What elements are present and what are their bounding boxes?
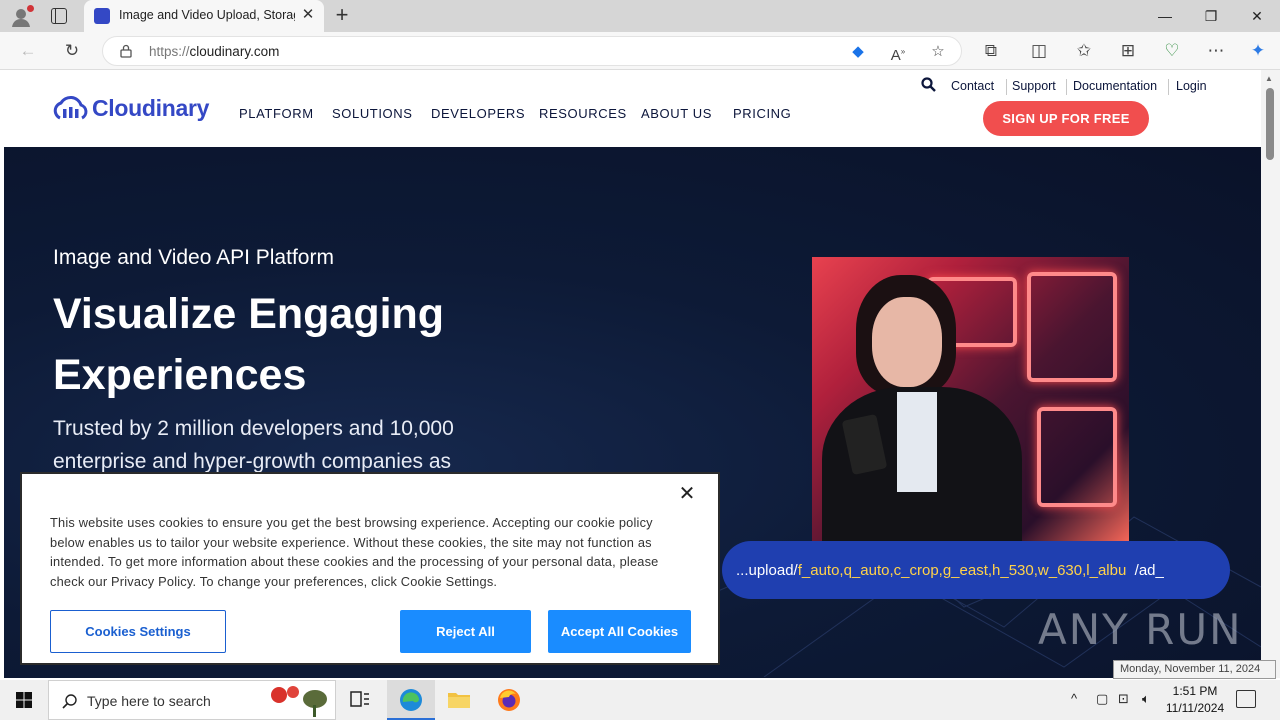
reject-all-button[interactable]: Reject All	[400, 610, 531, 653]
volume-icon[interactable]: 🔈︎	[1142, 691, 1150, 707]
nav-resources[interactable]: RESOURCES	[539, 106, 627, 121]
neon-sign	[1037, 407, 1117, 507]
nav-pricing[interactable]: PRICING	[733, 106, 791, 121]
cookie-text: This website uses cookies to ensure you …	[50, 515, 659, 590]
hero-image	[812, 257, 1129, 547]
device-icon[interactable]: ▢	[1096, 691, 1108, 707]
person-shirt	[897, 392, 937, 492]
refresh-icon[interactable]: ↻	[58, 38, 86, 64]
browser-essentials-icon[interactable]: ♡	[1158, 38, 1186, 64]
firefox-icon[interactable]	[485, 680, 533, 720]
cookie-close-icon[interactable]: ✕	[678, 484, 696, 504]
browser-tab-strip: Image and Video Upload, Storage, Optimiz…	[0, 0, 1280, 32]
browser-toolbar: ← ↻ https://cloudinary.com ◆ A» ☆ ⧉ ◫ ✩ …	[0, 32, 1280, 70]
browser-tab[interactable]: Image and Video Upload, Storage, Optimiz…	[84, 0, 324, 32]
task-view-icon[interactable]	[336, 680, 384, 720]
cookie-consent-banner: ✕ This website uses cookies to ensure yo…	[20, 472, 720, 665]
person-face	[872, 297, 942, 387]
tab-actions-icon[interactable]	[51, 8, 67, 24]
url-text: https://cloudinary.com	[149, 44, 280, 59]
clock-time: 1:51 PM	[1172, 684, 1218, 698]
copilot-icon[interactable]: ✦	[1244, 38, 1272, 64]
profile-icon[interactable]	[10, 5, 34, 28]
new-tab-icon[interactable]: +	[330, 3, 354, 27]
divider	[1006, 79, 1007, 95]
restore-icon[interactable]: ❐	[1188, 0, 1234, 32]
search-icon[interactable]	[921, 77, 936, 92]
nav-solutions[interactable]: SOLUTIONS	[332, 106, 413, 121]
hero-title: Visualize Engaging Experiences	[53, 290, 445, 399]
nav-platform[interactable]: PLATFORM	[239, 106, 314, 121]
nav-about-us[interactable]: ABOUT US	[641, 106, 712, 121]
search-placeholder: Type here to search	[87, 693, 211, 709]
cookies-settings-button[interactable]: Cookies Settings	[50, 610, 226, 653]
scroll-thumb[interactable]	[1266, 88, 1274, 160]
logo-text: Cloudinary	[92, 95, 210, 121]
site-header: Cloudinary PLATFORM SOLUTIONS DEVELOPERS…	[4, 70, 1261, 147]
favorite-star-icon[interactable]: ☆	[927, 41, 949, 63]
support-link[interactable]: Support	[1012, 79, 1056, 93]
nav-developers[interactable]: DEVELOPERS	[431, 106, 525, 121]
signup-button[interactable]: SIGN UP FOR FREE	[983, 101, 1149, 136]
transformation-url: ...upload/f_auto,q_auto,c_crop,g_east,h_…	[736, 562, 1164, 579]
hero-eyebrow: Image and Video API Platform	[53, 246, 334, 269]
cloud-logo-icon	[53, 96, 88, 120]
login-link[interactable]: Login	[1176, 79, 1207, 93]
poppy-flowers-icon	[271, 686, 327, 717]
network-icon[interactable]: ⊡	[1118, 691, 1129, 707]
clock-date: 11/11/2024	[1165, 701, 1225, 715]
more-menu-icon[interactable]: ⋯	[1202, 38, 1230, 64]
cloudinary-favicon-icon	[94, 8, 110, 24]
tab-title: Image and Video Upload, Storage, Optimiz…	[119, 8, 295, 22]
back-icon[interactable]: ←	[14, 38, 42, 64]
taskbar-search-box[interactable]: Type here to search	[48, 680, 336, 720]
lock-icon	[120, 44, 132, 58]
read-aloud-icon[interactable]: A»	[887, 41, 909, 64]
collections-icon[interactable]: ⊞	[1114, 38, 1142, 64]
documentation-link[interactable]: Documentation	[1073, 79, 1157, 93]
transformation-url-pill: ...upload/f_auto,q_auto,c_crop,g_east,h_…	[722, 541, 1230, 599]
taskbar-clock[interactable]: 1:51 PM 11/11/2024	[1160, 683, 1230, 717]
edge-browser-icon[interactable]	[387, 680, 435, 720]
extensions-icon[interactable]: ⧉	[977, 38, 1005, 64]
neon-sign	[1027, 272, 1117, 382]
minimize-icon[interactable]: —	[1142, 0, 1188, 32]
notifications-icon[interactable]	[1236, 690, 1256, 708]
scroll-up-icon[interactable]: ▲	[1265, 74, 1273, 83]
divider	[1168, 79, 1169, 95]
divider	[1066, 79, 1067, 95]
split-screen-icon[interactable]: ◫	[1025, 38, 1053, 64]
search-icon	[62, 694, 77, 709]
contact-link[interactable]: Contact	[951, 79, 994, 93]
notification-dot-icon	[27, 5, 34, 12]
accept-all-cookies-button[interactable]: Accept All Cookies	[548, 610, 691, 653]
address-bar[interactable]: https://cloudinary.com ◆ A» ☆	[102, 36, 962, 66]
show-hidden-icons[interactable]: ^	[1071, 691, 1077, 706]
cloudinary-logo[interactable]: Cloudinary	[52, 94, 209, 124]
hero-subtitle: Trusted by 2 million developers and 10,0…	[53, 417, 454, 473]
windows-taskbar: Type here to search ^ ▢ ⊡ 🔈︎ 1:51 PM 11/…	[0, 680, 1280, 720]
tab-close-icon[interactable]: ✕	[298, 5, 318, 25]
date-tooltip: Monday, November 11, 2024	[1113, 660, 1276, 679]
anyrun-watermark: ANY RUN	[1038, 605, 1243, 654]
favorites-icon[interactable]: ✩	[1070, 38, 1098, 64]
file-explorer-icon[interactable]	[435, 680, 483, 720]
window-close-icon[interactable]: ✕	[1234, 0, 1280, 32]
windows-start-icon[interactable]	[0, 680, 48, 720]
shopping-tag-icon[interactable]: ◆	[847, 41, 869, 63]
page-scrollbar[interactable]: ▲ ▼	[1261, 70, 1280, 678]
